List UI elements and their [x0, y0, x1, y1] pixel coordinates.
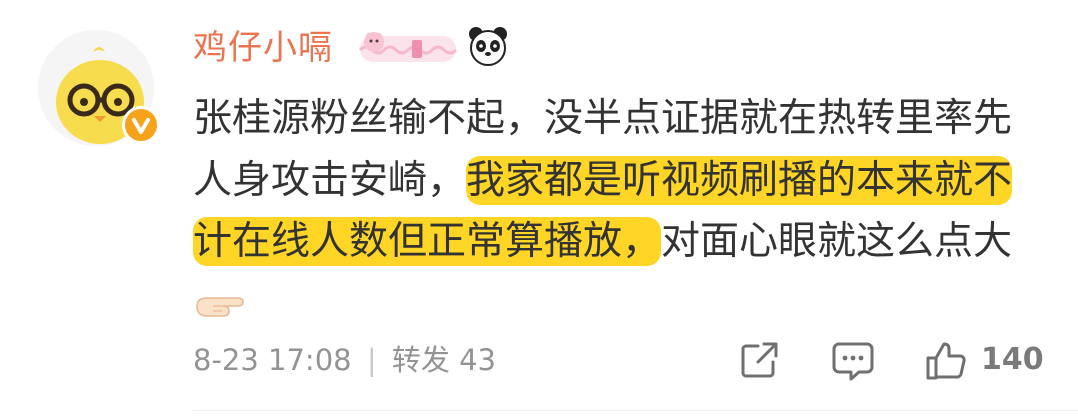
comment-icon[interactable] [830, 338, 876, 382]
timestamp: 8-23 17:08 [193, 343, 352, 377]
share-icon[interactable] [738, 338, 782, 382]
username[interactable]: 鸡仔小嗝 [193, 26, 333, 70]
repost-count[interactable]: 43 [459, 343, 496, 377]
meta-separator: | [366, 343, 377, 377]
verified-icon [122, 106, 160, 144]
panda-icon [469, 27, 507, 66]
fan-cake-badge-icon[interactable] [356, 28, 460, 68]
comment-text: 张桂源粉丝输不起，没半点证据就在热转里率先人身攻击安崎，我家都是听视频刷播的本来… [193, 88, 1023, 334]
pointing-hand-icon [196, 296, 244, 317]
repost-label[interactable]: 转发 [392, 343, 450, 377]
like-count[interactable]: 140 [981, 340, 1044, 380]
comment-text-part: 对面心眼就这么点大 [661, 219, 1013, 264]
thumbs-up-icon[interactable] [924, 338, 968, 382]
avatar-container[interactable] [36, 28, 160, 148]
comment-card: 鸡仔小嗝 张桂源粉丝输不起，没半点证据就在热转里率先人身攻击安崎，我家都是听视频… [0, 0, 1078, 418]
comment-meta: 8-23 17:08 | 转发 43 [193, 340, 496, 380]
divider [193, 410, 1078, 411]
